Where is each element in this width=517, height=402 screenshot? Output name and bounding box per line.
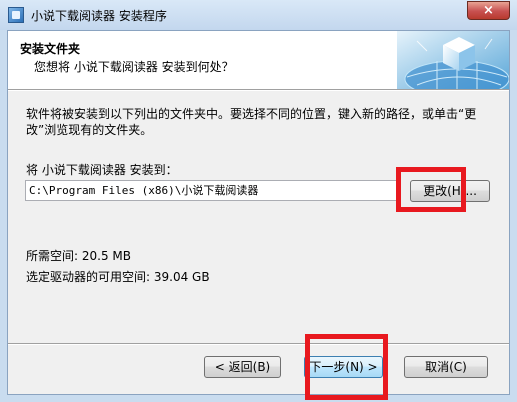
title-bar[interactable]: 小说下载阅读器 安装程序 × xyxy=(0,0,517,30)
footer-divider xyxy=(8,343,509,345)
back-button[interactable]: < 返回(B) xyxy=(204,356,281,378)
header-divider xyxy=(8,89,509,91)
installer-app-icon xyxy=(8,7,24,23)
globe-cube-icon xyxy=(397,31,509,89)
page-subtitle: 您想将 小说下载阅读器 安装到何处？ xyxy=(34,60,234,74)
install-location-label: 将 小说下载阅读器 安装到： xyxy=(26,163,178,177)
close-button[interactable]: × xyxy=(467,1,510,20)
window-title: 小说下载阅读器 安装程序 xyxy=(31,9,167,23)
wizard-header: 安装文件夹 您想将 小说下载阅读器 安装到何处？ xyxy=(8,31,509,89)
cancel-button[interactable]: 取消(C) xyxy=(404,356,488,378)
space-required-text: 所需空间: 20.5 MB xyxy=(26,249,131,263)
install-path-field[interactable]: C:\Program Files (x86)\小说下载阅读器 xyxy=(25,180,398,201)
space-available-text: 选定驱动器的可用空间: 39.04 GB xyxy=(26,270,210,284)
page-title: 安装文件夹 xyxy=(20,42,81,56)
instructions-text: 软件将被安装到以下列出的文件夹中。要选择不同的位置，键入新的路径，或单击“更改”… xyxy=(26,107,477,137)
installer-dialog: 安装文件夹 您想将 小说下载阅读器 安装到何处？ 软件将被安装到以下列出的文件夹… xyxy=(7,30,510,395)
highlight-change-button xyxy=(396,167,466,212)
highlight-next-button xyxy=(305,334,388,400)
